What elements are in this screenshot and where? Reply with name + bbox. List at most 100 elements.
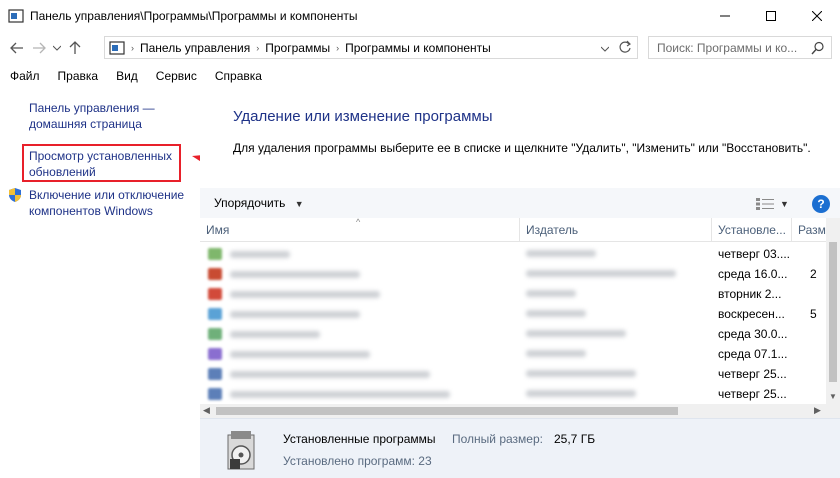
program-name-cell <box>208 288 380 300</box>
control-panel-icon <box>109 40 125 55</box>
breadcrumb-control-panel[interactable]: Панель управления <box>136 41 254 55</box>
program-name-redacted <box>230 370 430 378</box>
back-arrow-icon <box>10 42 23 54</box>
help-button[interactable]: ? <box>812 195 830 213</box>
view-installed-updates-link[interactable]: Просмотр установленных обновлений <box>29 148 179 180</box>
address-bar[interactable]: › Панель управления › Программы › Програ… <box>104 36 638 59</box>
column-size[interactable]: Разм <box>792 218 826 242</box>
table-row[interactable]: четверг 03.... <box>200 244 826 264</box>
publisher-redacted <box>526 250 596 257</box>
task-pane: Панель управления — домашняя страница Пр… <box>0 86 200 478</box>
details-view-icon <box>756 198 774 210</box>
column-name[interactable]: Имя <box>200 218 520 242</box>
breadcrumb-separator: › <box>336 42 340 53</box>
table-row[interactable]: четверг 25... <box>200 384 826 404</box>
refresh-button[interactable] <box>618 40 632 57</box>
breadcrumb-programs[interactable]: Программы <box>261 41 334 55</box>
search-input[interactable]: Поиск: Программы и ко... <box>648 36 832 59</box>
scrollbar-thumb[interactable] <box>829 242 837 382</box>
program-name-cell <box>208 248 290 260</box>
search-icon[interactable] <box>811 41 825 55</box>
menu-help[interactable]: Справка <box>205 69 270 83</box>
scroll-right-icon[interactable]: ▶ <box>814 405 821 416</box>
publisher-redacted <box>526 270 676 277</box>
program-icon <box>208 288 222 300</box>
recent-locations-button[interactable] <box>50 37 64 59</box>
installed-on-cell: среда 16.0... <box>718 267 788 281</box>
menu-bar: Файл Правка Вид Сервис Справка <box>0 65 840 86</box>
maximize-button[interactable] <box>748 0 794 31</box>
back-button[interactable] <box>6 37 28 59</box>
window-title: Панель управления\Программы\Программы и … <box>30 8 358 23</box>
horizontal-scrollbar[interactable]: ◀ ▶ <box>200 404 840 418</box>
program-icon <box>208 348 222 360</box>
program-icon <box>208 268 222 280</box>
change-view-button[interactable]: ▼ <box>756 196 796 212</box>
details-pane: Установленные программы Полный размер: 2… <box>200 418 840 478</box>
table-row[interactable]: среда 16.0... 2 <box>200 264 826 284</box>
chevron-down-icon: ▼ <box>780 199 789 209</box>
publisher-redacted <box>526 390 636 397</box>
minimize-button[interactable] <box>702 0 748 31</box>
forward-arrow-icon <box>33 42 46 54</box>
program-name-cell <box>208 328 320 340</box>
title-bar: Панель управления\Программы\Программы и … <box>0 0 840 31</box>
organize-button[interactable]: Упорядочить ▼ <box>214 196 304 210</box>
installed-on-cell: среда 07.1... <box>718 347 788 361</box>
up-arrow-icon <box>69 41 81 54</box>
program-name-redacted <box>230 270 360 278</box>
program-name-cell <box>208 348 370 360</box>
column-installed-on[interactable]: Установле... <box>712 218 792 242</box>
search-placeholder: Поиск: Программы и ко... <box>657 40 798 55</box>
scroll-down-icon[interactable]: ▼ <box>829 392 837 401</box>
table-row[interactable]: среда 30.0... <box>200 324 826 344</box>
program-icon <box>208 368 222 380</box>
installed-on-cell: четверг 25... <box>718 387 787 401</box>
organize-label: Упорядочить <box>214 196 286 210</box>
uac-shield-icon <box>9 188 21 202</box>
chevron-down-icon <box>600 46 610 52</box>
publisher-redacted <box>526 330 626 337</box>
program-name-cell <box>208 368 430 380</box>
close-button[interactable] <box>794 0 840 31</box>
table-row[interactable]: среда 07.1... <box>200 344 826 364</box>
breadcrumb-separator: › <box>256 42 260 53</box>
table-row[interactable]: воскресен... 5 <box>200 304 826 324</box>
up-button[interactable] <box>64 37 86 59</box>
breadcrumb-programs-features[interactable]: Программы и компоненты <box>341 41 495 55</box>
column-publisher[interactable]: Издатель <box>520 218 712 242</box>
table-row[interactable]: четверг 25... <box>200 364 826 384</box>
publisher-redacted <box>526 370 636 377</box>
command-bar: Упорядочить ▼ ▼ ? <box>200 188 840 218</box>
program-name-cell <box>208 388 450 400</box>
menu-edit[interactable]: Правка <box>48 69 107 83</box>
address-dropdown-button[interactable] <box>600 41 610 55</box>
chevron-down-icon: ▼ <box>294 199 304 209</box>
program-name-redacted <box>230 350 370 358</box>
menu-view[interactable]: Вид <box>106 69 146 83</box>
installed-on-cell: вторник 2... <box>718 287 782 301</box>
vertical-scrollbar[interactable]: ▲ ▼ <box>826 218 840 404</box>
minimize-icon <box>720 15 730 16</box>
menu-tools[interactable]: Сервис <box>146 69 205 83</box>
refresh-icon <box>619 40 631 53</box>
installed-on-cell: четверг 25... <box>718 367 787 381</box>
program-list: четверг 03.... среда 16.0... 2 вторник 2...… <box>200 242 826 404</box>
control-panel-icon <box>8 8 24 23</box>
table-row[interactable]: вторник 2... <box>200 284 826 304</box>
menu-file[interactable]: Файл <box>0 69 48 83</box>
program-name-cell <box>208 308 360 320</box>
forward-button[interactable] <box>28 37 50 59</box>
size-cell: 2 <box>810 267 817 281</box>
windows-features-link[interactable]: Включение или отключение компонентов Win… <box>29 187 197 219</box>
details-title: Установленные программы <box>283 432 436 446</box>
installed-on-cell: среда 30.0... <box>718 327 788 341</box>
maximize-icon <box>766 10 776 21</box>
program-icon <box>208 308 222 320</box>
installed-on-cell: четверг 03.... <box>718 247 791 261</box>
publisher-redacted <box>526 310 586 317</box>
control-panel-home-link[interactable]: Панель управления — домашняя страница <box>29 100 189 132</box>
scrollbar-thumb[interactable] <box>216 407 678 415</box>
scroll-left-icon[interactable]: ◀ <box>203 405 210 416</box>
page-title: Удаление или изменение программы <box>233 108 493 125</box>
